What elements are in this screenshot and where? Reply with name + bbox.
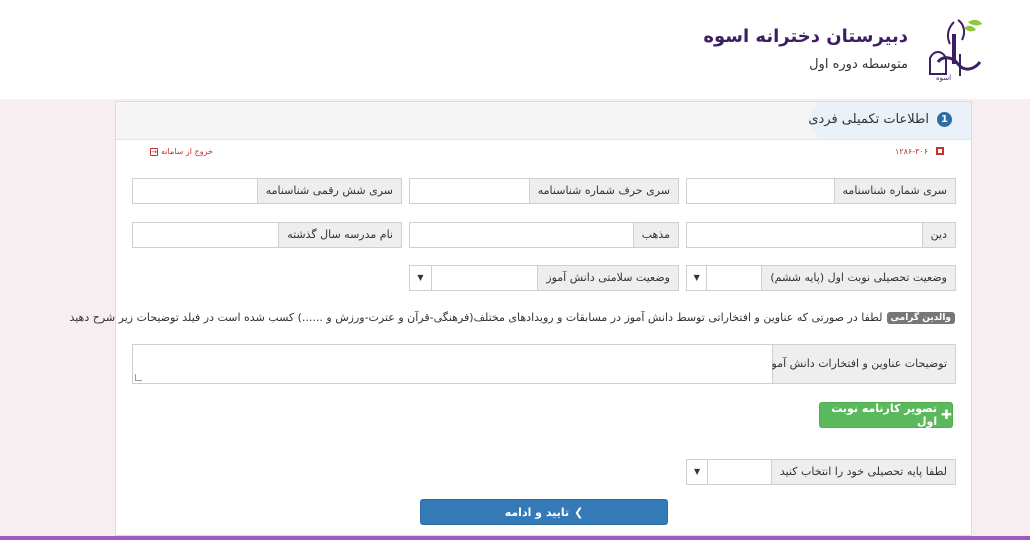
logout-icon: → — [150, 147, 158, 156]
note-badge: والدین گرامی — [886, 311, 955, 324]
info-panel: 1 اطلاعات تکمیلی فردی ۱۲۸۶-۳۰۶ خروج از س… — [69, 101, 972, 536]
step-tab[interactable]: 1 اطلاعات تکمیلی فردی — [806, 102, 971, 139]
school-logo: اسوه — [929, 19, 982, 82]
step-number-badge: 1 — [937, 112, 952, 127]
chevron-down-icon[interactable]: ▼ — [686, 265, 708, 291]
birth-cert-letter-label: سری حرف شماره شناسنامه — [528, 179, 678, 203]
sect-label: مذهب — [632, 223, 678, 247]
first-term-status-select[interactable]: ▼ وضعیت تحصیلی نوبت اول (پایه ششم) — [686, 265, 956, 291]
chevron-left-icon: ❯ — [574, 505, 584, 519]
bottom-accent-strip — [0, 536, 1030, 540]
religion-field[interactable]: دین — [686, 222, 956, 248]
note-text: لطفا در صورتی که عناوین و افتخاراتی توسط… — [69, 311, 883, 324]
health-status-value[interactable] — [431, 265, 539, 291]
chevron-down-icon[interactable]: ▼ — [409, 265, 432, 291]
confirm-continue-button[interactable]: ❯ تایید و ادامه — [420, 499, 668, 525]
grade-select-value[interactable] — [708, 459, 772, 485]
religion-label: دین — [921, 223, 955, 247]
birth-cert-six-digit-input[interactable] — [133, 179, 257, 203]
previous-school-input[interactable] — [133, 223, 279, 247]
logout-label: خروج از سامانه — [161, 147, 213, 156]
honors-description-field[interactable]: توضیحات عناوین و افتخارات دانش آموز — [132, 344, 956, 384]
school-subtitle: متوسطه دوره اول — [809, 57, 908, 72]
birth-cert-series-input[interactable] — [687, 179, 834, 203]
logout-link[interactable]: خروج از سامانه → — [150, 147, 213, 156]
tracking-code: ۱۲۸۶-۳۰۶ — [895, 147, 928, 156]
honors-description-label: توضیحات عناوین و افتخارات دانش آموز — [766, 345, 955, 383]
grade-select-label: لطفا پایه تحصیلی خود را انتخاب کنید — [771, 459, 956, 485]
birth-cert-letter-field[interactable]: سری حرف شماره شناسنامه — [409, 178, 679, 204]
logo-text: اسوه — [936, 74, 951, 82]
health-status-select[interactable]: ▼ وضعیت سلامتی دانش آموز — [409, 265, 679, 291]
site-header: اسوه دبیرستان دخترانه اسوه متوسطه دوره ا… — [0, 0, 1030, 99]
first-term-status-label: وضعیت تحصیلی نوبت اول (پایه ششم) — [762, 265, 956, 291]
sect-field[interactable]: مذهب — [409, 222, 679, 248]
panel-header: 1 اطلاعات تکمیلی فردی — [116, 102, 971, 140]
sect-input[interactable] — [410, 223, 633, 247]
birth-cert-six-digit-field[interactable]: سری شش رقمی شناسنامه — [132, 178, 402, 204]
qr-code-icon — [936, 147, 944, 155]
health-status-label: وضعیت سلامتی دانش آموز — [538, 265, 679, 291]
honors-description-textarea[interactable] — [133, 345, 772, 383]
school-name: دبیرستان دخترانه اسوه — [703, 26, 908, 47]
honors-note: والدین گرامی لطفا در صورتی که عناوین و ا… — [69, 311, 955, 324]
chevron-down-icon[interactable]: ▼ — [686, 459, 709, 485]
birth-cert-six-digit-label: سری شش رقمی شناسنامه — [256, 179, 401, 203]
grade-select[interactable]: ▼ لطفا پایه تحصیلی خود را انتخاب کنید — [686, 459, 956, 485]
religion-input[interactable] — [687, 223, 922, 247]
previous-school-label: نام مدرسه سال گذشته — [278, 223, 401, 247]
step-title: اطلاعات تکمیلی فردی — [808, 112, 929, 127]
plus-icon: ✚ — [941, 407, 952, 423]
birth-cert-series-field[interactable]: سری شماره شناسنامه — [686, 178, 956, 204]
previous-school-field[interactable]: نام مدرسه سال گذشته — [132, 222, 402, 248]
report-card-label: تصویر کارنامه نوبت اول — [831, 402, 938, 428]
report-card-upload-button[interactable]: ✚ تصویر کارنامه نوبت اول — [819, 402, 953, 428]
confirm-label: تایید و ادامه — [504, 505, 570, 519]
birth-cert-letter-input[interactable] — [410, 179, 529, 203]
birth-cert-series-label: سری شماره شناسنامه — [833, 179, 955, 203]
first-term-status-value[interactable] — [707, 265, 763, 291]
